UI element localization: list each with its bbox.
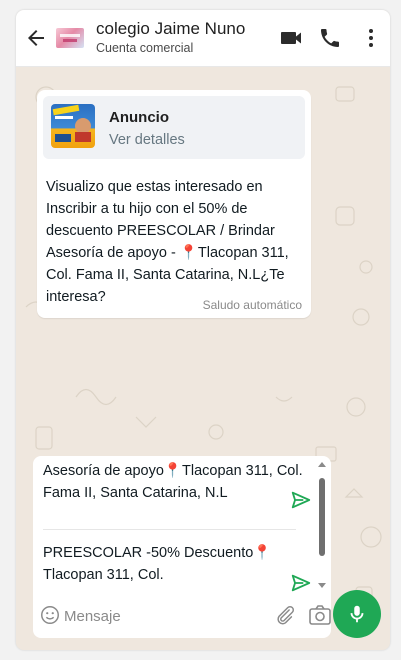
- pin-icon: 📍: [253, 545, 272, 561]
- contact-name: colegio Jaime Nuno: [96, 19, 246, 38]
- message-input-bar: [33, 594, 331, 638]
- auto-greeting-label: Saludo automático: [202, 298, 302, 312]
- send-quick-reply-icon[interactable]: [290, 572, 312, 594]
- mic-button[interactable]: [333, 590, 381, 638]
- contact-info[interactable]: colegio Jaime Nuno Cuenta comercial: [96, 19, 245, 56]
- back-arrow-icon[interactable]: [24, 26, 48, 50]
- attach-icon[interactable]: [274, 604, 296, 626]
- ad-details-link[interactable]: Ver detalles: [109, 132, 185, 148]
- divider: [43, 529, 296, 530]
- quick-reply-item[interactable]: Asesoría de apoyo📍Tlacopan 311, Col. Fam…: [43, 460, 303, 504]
- quick-replies-panel: Asesoría de apoyo📍Tlacopan 311, Col. Fam…: [33, 456, 331, 594]
- video-call-icon[interactable]: [279, 26, 303, 50]
- pin-icon: 📍: [179, 245, 198, 261]
- quick-reply-item[interactable]: PREESCOLAR -50% Descuento📍Tlacopan 311, …: [43, 542, 303, 586]
- send-quick-reply-icon[interactable]: [290, 489, 312, 511]
- contact-subtitle: Cuenta comercial: [96, 41, 194, 55]
- scrollbar-thumb[interactable]: [319, 478, 325, 556]
- message-text: Visualizo que estas interesado en Inscri…: [46, 176, 302, 308]
- quick-reply-text: PREESCOLAR -50% Descuento📍Tlacopan 311, …: [43, 545, 272, 583]
- scrollbar[interactable]: [316, 460, 328, 588]
- chat-header: colegio Jaime Nuno Cuenta comercial: [16, 10, 390, 67]
- message-bubble: Anuncio Ver detalles Visualizo que estas…: [37, 90, 311, 318]
- microphone-icon: [350, 605, 364, 623]
- phone-icon[interactable]: [318, 26, 342, 50]
- ad-title: Anuncio: [109, 109, 169, 126]
- ad-thumbnail: [51, 104, 95, 148]
- avatar[interactable]: [56, 28, 84, 48]
- emoji-icon[interactable]: [39, 604, 61, 626]
- message-input[interactable]: [64, 604, 254, 628]
- ad-card[interactable]: Anuncio Ver detalles: [43, 96, 305, 159]
- more-vert-icon[interactable]: [359, 26, 383, 50]
- pin-icon: 📍: [163, 463, 182, 479]
- scroll-down-icon[interactable]: [318, 583, 326, 588]
- quick-reply-text: Asesoría de apoyo📍Tlacopan 311, Col. Fam…: [43, 463, 303, 501]
- chat-window: colegio Jaime Nuno Cuenta comercial Anun…: [16, 10, 390, 650]
- camera-icon[interactable]: [308, 604, 332, 626]
- scroll-up-icon[interactable]: [318, 462, 326, 467]
